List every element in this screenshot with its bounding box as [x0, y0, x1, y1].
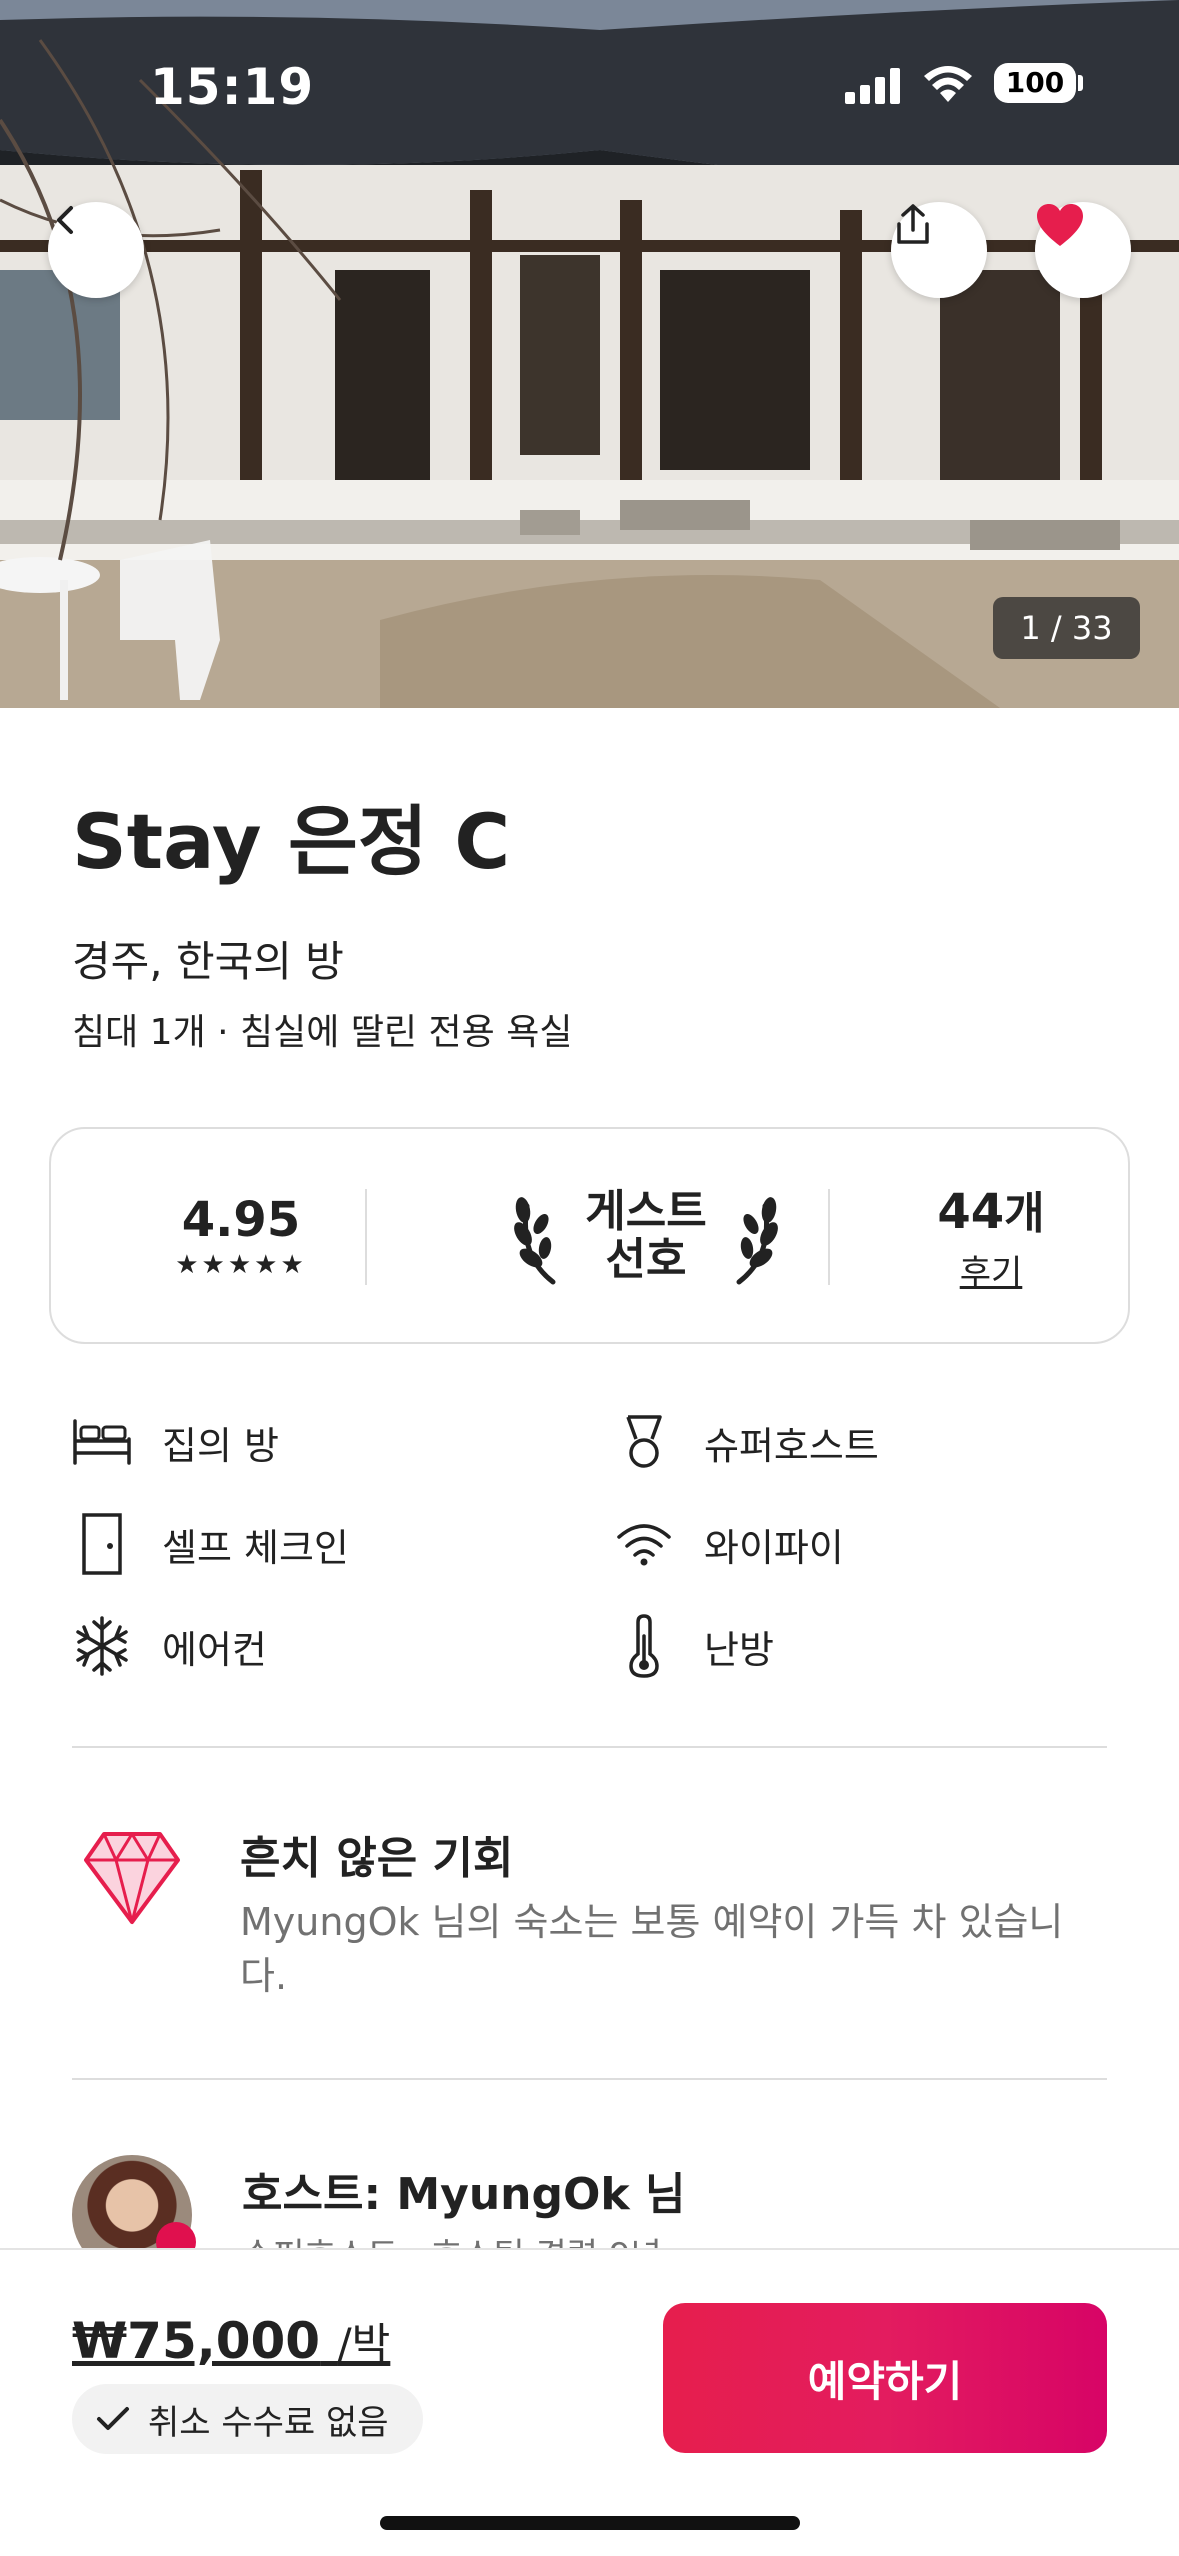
amenity-label: 셀프 체크인 — [162, 1525, 349, 1570]
thermometer-icon — [612, 1614, 676, 1678]
laurel-left-icon — [514, 1196, 556, 1284]
listing-photo[interactable]: 15:19 100 1 / 33 — [0, 0, 1179, 708]
photo-counter: 1 / 33 — [993, 597, 1140, 659]
diamond-icon — [82, 1830, 182, 1930]
guest-favorite-block: 게스트 선호 — [451, 1129, 841, 1342]
laurel-right-icon — [736, 1196, 778, 1284]
rare-find-title: 흔치 않은 기회 — [240, 1833, 514, 1884]
rating-score: 4.95 — [181, 1191, 301, 1248]
host-title: 호스트: MyungOk 님 — [242, 2169, 686, 2220]
amenity-item: 와이파이 — [612, 1512, 844, 1576]
home-indicator[interactable] — [380, 2516, 800, 2530]
free-cancellation-label: 취소 수수료 없음 — [148, 2402, 389, 2443]
chevron-left-icon — [57, 206, 73, 234]
status-time: 15:19 — [150, 58, 315, 116]
medal-icon — [612, 1410, 676, 1474]
rare-find-text: MyungOk 님의 숙소는 보통 예약이 가득 차 있습니다. — [240, 1900, 1064, 1998]
rating-divider — [828, 1189, 830, 1285]
reviews-block[interactable]: 44개 후기 — [881, 1129, 1101, 1342]
booking-bar: ₩75,000 /박 취소 수수료 없음 예약하기 — [0, 2248, 1179, 2556]
listing-detail: 침대 1개 · 침실에 딸린 전용 욕실 — [72, 1012, 573, 1053]
heart-icon — [1037, 204, 1083, 246]
guest-favorite-line2: 선호 — [605, 1233, 687, 1285]
amenity-item: 난방 — [612, 1614, 774, 1678]
status-bar: 15:19 100 — [0, 0, 1179, 160]
check-icon — [97, 2407, 129, 2430]
wifi-icon — [612, 1512, 676, 1576]
snowflake-icon — [70, 1614, 134, 1678]
amenity-item: 에어컨 — [70, 1614, 267, 1678]
listing-title: Stay 은정 C — [72, 797, 511, 886]
star-rating-icon: ★★★★★ — [175, 1249, 307, 1280]
listing-subtitle: 경주, 한국의 방 — [72, 937, 344, 986]
bed-icon — [70, 1410, 134, 1474]
rating-card[interactable]: 4.95 ★★★★★ 게스트 선호 44개 후기 — [49, 1127, 1130, 1344]
free-cancellation-badge: 취소 수수료 없음 — [72, 2384, 423, 2454]
battery-indicator: 100 — [994, 63, 1076, 103]
amenity-label: 에어컨 — [162, 1627, 267, 1672]
amenity-item: 셀프 체크인 — [70, 1512, 349, 1576]
amenity-label: 와이파이 — [704, 1525, 844, 1570]
door-icon — [70, 1512, 134, 1576]
amenity-item: 집의 방 — [70, 1410, 279, 1474]
reviews-count: 44개 — [937, 1184, 1045, 1240]
share-icon — [897, 204, 929, 244]
nightly-price[interactable]: ₩75,000 /박 — [72, 2310, 390, 2371]
amenity-label: 집의 방 — [162, 1423, 279, 1468]
back-button[interactable] — [48, 202, 144, 298]
share-button[interactable] — [891, 202, 987, 298]
amenity-label: 슈퍼호스트 — [704, 1423, 879, 1468]
reserve-button[interactable]: 예약하기 — [663, 2303, 1107, 2453]
amenity-label: 난방 — [704, 1627, 774, 1672]
rating-score-block: 4.95 ★★★★★ — [91, 1129, 391, 1342]
section-divider — [72, 1746, 1107, 1748]
battery-tip — [1078, 75, 1083, 91]
guest-favorite-line1: 게스트 — [585, 1185, 707, 1237]
reviews-link[interactable]: 후기 — [960, 1245, 1023, 1294]
section-divider — [72, 2078, 1107, 2080]
rating-divider — [365, 1189, 367, 1285]
amenity-item: 슈퍼호스트 — [612, 1410, 879, 1474]
wishlist-button[interactable] — [1035, 202, 1131, 298]
